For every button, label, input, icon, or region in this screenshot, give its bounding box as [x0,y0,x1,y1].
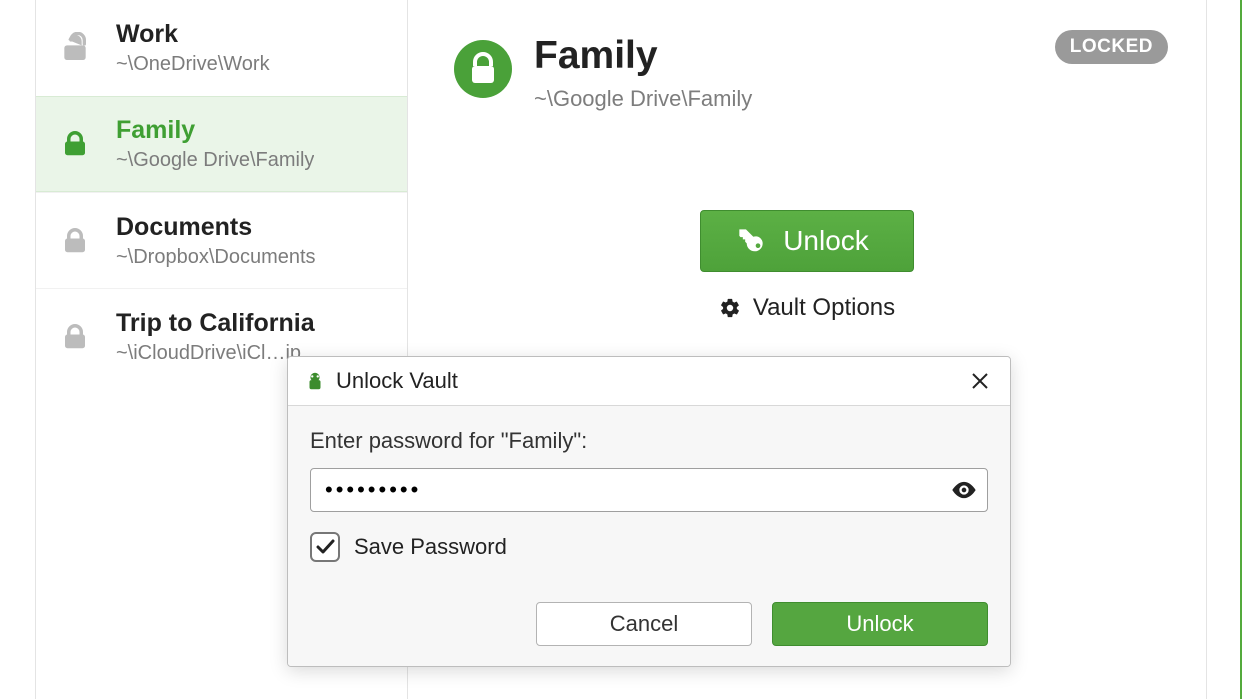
vault-path: ~\Dropbox\Documents [116,246,316,269]
save-password-label: Save Password [354,534,507,560]
save-password-checkbox[interactable] [310,532,340,562]
app-icon [304,370,326,392]
close-icon [970,371,990,391]
unlock-button[interactable]: Unlock [700,210,914,272]
eye-icon [950,476,978,504]
vault-item-work[interactable]: Work ~\OneDrive\Work [36,0,407,96]
vault-options-label: Vault Options [753,294,895,322]
vault-path: ~\iCloudDrive\iCl…ip [116,342,315,365]
vault-name: Trip to California [116,309,315,338]
lock-closed-icon [58,226,92,256]
unlock-button-label: Unlock [783,225,869,257]
cancel-button[interactable]: Cancel [536,602,752,646]
vault-path: ~\OneDrive\Work [116,53,270,76]
dialog-unlock-button[interactable]: Unlock [772,602,988,646]
password-prompt: Enter password for "Family": [310,428,988,454]
vault-item-family[interactable]: Family ~\Google Drive\Family [36,96,407,192]
unlock-dialog: Unlock Vault Enter password for "Family"… [287,356,1011,667]
lock-open-icon [58,32,92,64]
vault-title: Family [534,34,752,78]
vault-detail-lock-icon [454,40,512,98]
gear-icon [719,297,741,319]
lock-closed-icon [58,129,92,159]
vault-path: ~\Google Drive\Family [534,86,752,112]
close-button[interactable] [966,367,994,395]
vault-item-documents[interactable]: Documents ~\Dropbox\Documents [36,192,407,288]
vault-name: Work [116,20,270,49]
vault-options-link[interactable]: Vault Options [719,294,895,322]
show-password-button[interactable] [950,476,978,504]
password-input[interactable] [310,468,988,512]
vault-name: Documents [116,213,316,242]
key-icon [737,227,765,255]
status-badge: LOCKED [1055,30,1168,64]
lock-closed-icon [58,322,92,352]
check-icon [315,537,335,557]
vault-path: ~\Google Drive\Family [116,149,314,172]
vault-name: Family [116,116,314,145]
app-window: Work ~\OneDrive\Work Family ~\Google Dri… [0,0,1242,699]
dialog-title-text: Unlock Vault [336,368,458,394]
